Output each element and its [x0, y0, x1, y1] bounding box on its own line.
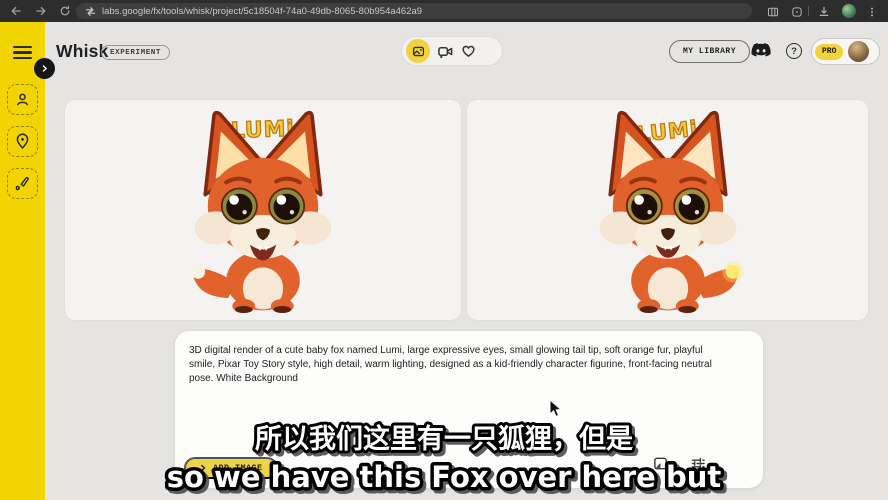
url-bar[interactable]: labs.google/fx/tools/whisk/project/5c185…: [76, 3, 752, 19]
fox-illustration-left: LUMi: [165, 107, 361, 313]
image-mode-icon: [412, 45, 425, 58]
video-mode-icon: [437, 44, 454, 59]
sidebar: [0, 22, 45, 500]
favorites-button[interactable]: [461, 44, 476, 58]
sidebar-item-style[interactable]: [7, 168, 38, 199]
image-mode-button[interactable]: [406, 39, 430, 63]
person-icon: [14, 91, 31, 108]
sidebar-item-scene[interactable]: [7, 126, 38, 157]
side-panel-icon[interactable]: [765, 4, 780, 19]
forward-arrow-icon[interactable]: [33, 3, 49, 19]
sidebar-item-character[interactable]: [7, 84, 38, 115]
generated-image-right[interactable]: LUMi: [467, 100, 868, 320]
account-pill[interactable]: PRO: [811, 38, 880, 65]
experiment-badge: EXPERIMENT: [101, 45, 170, 60]
prompt-card: 3D digital render of a cute baby fox nam…: [175, 331, 763, 488]
pro-badge: PRO: [815, 44, 843, 60]
reload-icon[interactable]: [57, 3, 73, 19]
generated-image-left[interactable]: LUMi: [65, 100, 461, 320]
extensions-icon[interactable]: [789, 4, 804, 19]
url-text: labs.google/fx/tools/whisk/project/5c185…: [102, 6, 422, 17]
add-chevron-icon: [199, 464, 207, 472]
tune-icon[interactable]: [690, 456, 706, 476]
avatar: [848, 41, 869, 62]
kebab-menu-icon[interactable]: [864, 4, 879, 19]
my-library-button[interactable]: MY LIBRARY: [669, 40, 750, 63]
video-mode-button[interactable]: [437, 44, 454, 59]
discord-icon[interactable]: [751, 42, 771, 63]
help-icon[interactable]: ?: [786, 43, 802, 59]
draw-edit-icon: [14, 175, 31, 192]
prompt-text[interactable]: 3D digital render of a cute baby fox nam…: [189, 344, 723, 387]
add-image-button[interactable]: ADD IMAGE: [184, 457, 278, 479]
download-icon[interactable]: [816, 4, 831, 19]
collapse-chevron-icon[interactable]: [34, 58, 55, 79]
hamburger-icon[interactable]: [13, 46, 32, 59]
back-arrow-icon[interactable]: [8, 3, 24, 19]
location-pin-icon: [14, 133, 31, 150]
browser-chrome: labs.google/fx/tools/whisk/project/5c185…: [0, 0, 888, 22]
browser-avatar[interactable]: [842, 4, 856, 18]
mode-switcher: [401, 36, 503, 66]
heart-icon: [461, 44, 476, 58]
fox-illustration-right: LUMi: [570, 107, 766, 313]
toolbar-divider: [808, 6, 809, 16]
site-permissions-icon: [85, 6, 96, 17]
whisk-app-screen: labs.google/fx/tools/whisk/project/5c185…: [0, 0, 888, 500]
aspect-ratio-icon[interactable]: [653, 456, 668, 476]
